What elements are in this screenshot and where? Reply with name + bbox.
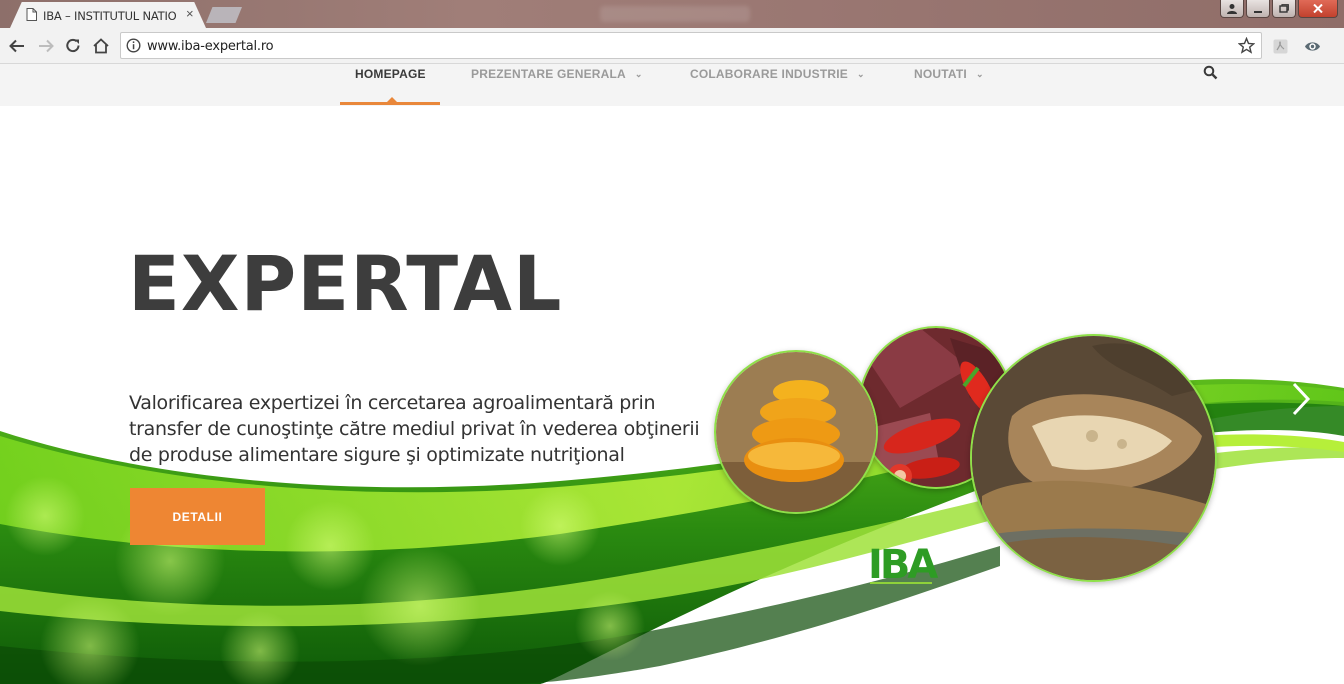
- bread-image: [970, 334, 1217, 582]
- forward-arrow-icon[interactable]: [37, 37, 55, 55]
- nav-item-label: PREZENTARE GENERALA: [471, 67, 626, 81]
- nav-item-prezentare-generala[interactable]: PREZENTARE GENERALA ⌄: [471, 66, 643, 86]
- url-text: www.iba-expertal.ro: [147, 39, 274, 54]
- blurred-window-title: [600, 6, 750, 22]
- browser-toolbar: www.iba-expertal.ro: [0, 28, 1344, 64]
- new-tab-button[interactable]: [206, 7, 242, 23]
- tab-title: IBA – INSTITUTUL NATIO: [43, 9, 177, 23]
- nav-item-label: NOUTATI: [914, 67, 967, 81]
- browser-titlebar: IBA – INSTITUTUL NATIO ×: [0, 0, 1344, 28]
- minimize-button[interactable]: [1246, 0, 1270, 18]
- nav-item-noutati[interactable]: NOUTATI ⌄: [914, 66, 984, 86]
- search-icon[interactable]: [1203, 65, 1218, 80]
- address-bar[interactable]: www.iba-expertal.ro: [120, 32, 1262, 59]
- user-icon[interactable]: [1220, 0, 1244, 18]
- document-icon: [26, 8, 37, 21]
- back-arrow-icon[interactable]: [8, 37, 26, 55]
- info-icon[interactable]: [126, 38, 141, 53]
- hero-description: Valorificarea expertizei în cercetarea a…: [129, 392, 700, 466]
- hero-slider: EXPERTAL Valorificarea expertizei în cer…: [0, 106, 1344, 684]
- hero-title: EXPERTAL: [128, 239, 563, 328]
- pdf-extension-icon[interactable]: [1272, 38, 1289, 55]
- nav-item-label: HOMEPAGE: [355, 67, 426, 81]
- details-button[interactable]: DETALII: [130, 488, 265, 545]
- eye-extension-icon[interactable]: [1304, 38, 1321, 55]
- home-icon[interactable]: [92, 37, 110, 55]
- bookmark-star-icon[interactable]: [1238, 37, 1255, 54]
- browser-tab[interactable]: IBA – INSTITUTUL NATIO ×: [10, 2, 206, 28]
- nav-item-homepage[interactable]: HOMEPAGE: [355, 66, 426, 86]
- iba-logo-text: IBA: [868, 542, 938, 588]
- window-controls: [1220, 0, 1338, 20]
- nav-item-colaborare-industrie[interactable]: COLABORARE INDUSTRIE ⌄: [690, 66, 865, 86]
- active-indicator-bar: [340, 102, 440, 105]
- nav-item-label: COLABORARE INDUSTRIE: [690, 67, 849, 81]
- restore-button[interactable]: [1272, 0, 1296, 18]
- chevron-down-icon: ⌄: [857, 69, 865, 79]
- iba-logo: IBA: [868, 542, 941, 588]
- reload-icon[interactable]: [64, 37, 82, 55]
- slider-next-arrow-icon[interactable]: [1290, 381, 1312, 417]
- site-navigation: HOMEPAGE PREZENTARE GENERALA ⌄ COLABORARE…: [0, 64, 1344, 106]
- cheese-image: [714, 350, 878, 514]
- tab-close-button[interactable]: ×: [186, 7, 194, 21]
- close-window-button[interactable]: [1298, 0, 1338, 18]
- chevron-down-icon: ⌄: [975, 69, 984, 79]
- chevron-down-icon: ⌄: [634, 69, 643, 79]
